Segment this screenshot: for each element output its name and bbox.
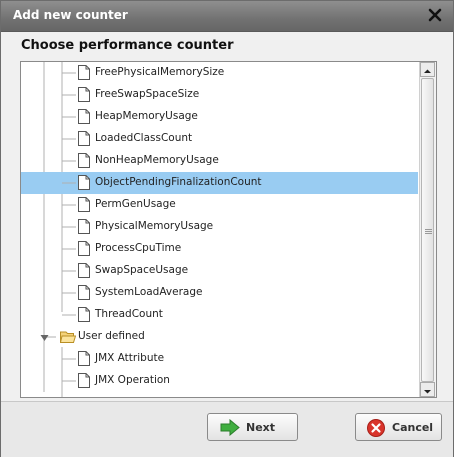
next-button[interactable]: Next [207, 413, 298, 441]
document-icon [78, 87, 90, 102]
cancel-button[interactable]: Cancel [355, 413, 442, 441]
tree-item-row[interactable]: HeapMemoryUsage [21, 106, 418, 128]
folder-open-icon [59, 330, 77, 343]
tree-item-row[interactable]: FreePhysicalMemorySize [21, 62, 418, 84]
tree-item-label: SystemLoadAverage [95, 286, 203, 298]
grip-line [425, 231, 432, 232]
document-icon [78, 131, 90, 146]
tree-scrollbar[interactable] [419, 62, 436, 397]
document-icon [78, 373, 90, 388]
document-icon [78, 175, 90, 190]
tree-item-label: JMX Attribute [95, 352, 165, 364]
tree-item-row[interactable]: PhysicalMemoryUsage [21, 216, 418, 238]
tree-item-row[interactable]: ThreadCount [21, 304, 418, 326]
scroll-down-button[interactable] [420, 382, 435, 397]
tree-item-label: JMX Operation [95, 374, 170, 386]
grip-line [425, 229, 432, 230]
document-icon [78, 153, 90, 168]
dialog-footer: Next Cancel [1, 401, 453, 457]
cancel-label: Cancel [392, 421, 434, 434]
tree-item-label: ThreadCount [95, 308, 163, 320]
tree-folder-row[interactable]: User defined [21, 326, 418, 348]
tree-item-label: User defined [78, 330, 145, 342]
tree-item-label: SwapSpaceUsage [95, 264, 189, 276]
tree-item-label: FreePhysicalMemorySize [95, 66, 225, 78]
counter-tree[interactable]: FreePhysicalMemorySize FreeSwapSpaceSize H… [20, 61, 437, 398]
next-label: Next [246, 421, 276, 434]
tree-item-row[interactable]: JMX Attribute [21, 348, 418, 370]
document-icon [78, 197, 90, 212]
dialog-content: Choose performance counter FreePhysicalM… [1, 32, 453, 400]
dialog-titlebar[interactable]: Add new counter [1, 1, 453, 32]
tree-item-row[interactable]: PermGenUsage [21, 194, 418, 216]
tree-item-label: PhysicalMemoryUsage [95, 220, 214, 232]
tree-item-row[interactable]: FreeSwapSpaceSize [21, 84, 418, 106]
dialog-heading: Choose performance counter [21, 38, 234, 53]
tree-item-row[interactable]: ProcessCpuTime [21, 238, 418, 260]
arrow-up-icon [424, 69, 431, 73]
arrow-down-icon [424, 390, 431, 394]
scroll-thumb[interactable] [421, 78, 434, 382]
tree-item-label: LoadedClassCount [95, 132, 193, 144]
arrow-right-icon [220, 418, 240, 437]
expand-arrow-icon[interactable] [40, 333, 49, 341]
cancel-icon [366, 418, 386, 437]
tree-item-row[interactable]: ObjectPendingFinalizationCount [21, 172, 418, 194]
document-icon [78, 109, 90, 124]
tree-item-row[interactable]: SwapSpaceUsage [21, 260, 418, 282]
tree-item-label: ProcessCpuTime [95, 242, 182, 254]
document-icon [78, 307, 90, 322]
tree-item-label: PermGenUsage [95, 198, 176, 210]
scroll-up-button[interactable] [420, 62, 435, 77]
tree-item-row[interactable]: JMX Operation [21, 370, 418, 392]
tree-item-label: NonHeapMemoryUsage [95, 154, 219, 166]
add-counter-dialog: Add new counter Choose performance count… [0, 0, 454, 457]
tree-item-row[interactable]: SystemLoadAverage [21, 282, 418, 304]
document-icon [78, 285, 90, 300]
document-icon [78, 351, 90, 366]
document-icon [78, 263, 90, 278]
tree-item-label: ObjectPendingFinalizationCount [95, 176, 262, 188]
tree-item-label: HeapMemoryUsage [95, 110, 198, 122]
grip-line [425, 233, 432, 234]
document-icon [78, 219, 90, 234]
tree-item-row[interactable]: NonHeapMemoryUsage [21, 150, 418, 172]
document-icon [78, 65, 90, 80]
tree-item-row[interactable]: LoadedClassCount [21, 128, 418, 150]
tree-item-label: FreeSwapSpaceSize [95, 88, 200, 100]
dialog-title: Add new counter [13, 8, 128, 22]
close-icon[interactable] [427, 7, 443, 23]
document-icon [78, 241, 90, 256]
